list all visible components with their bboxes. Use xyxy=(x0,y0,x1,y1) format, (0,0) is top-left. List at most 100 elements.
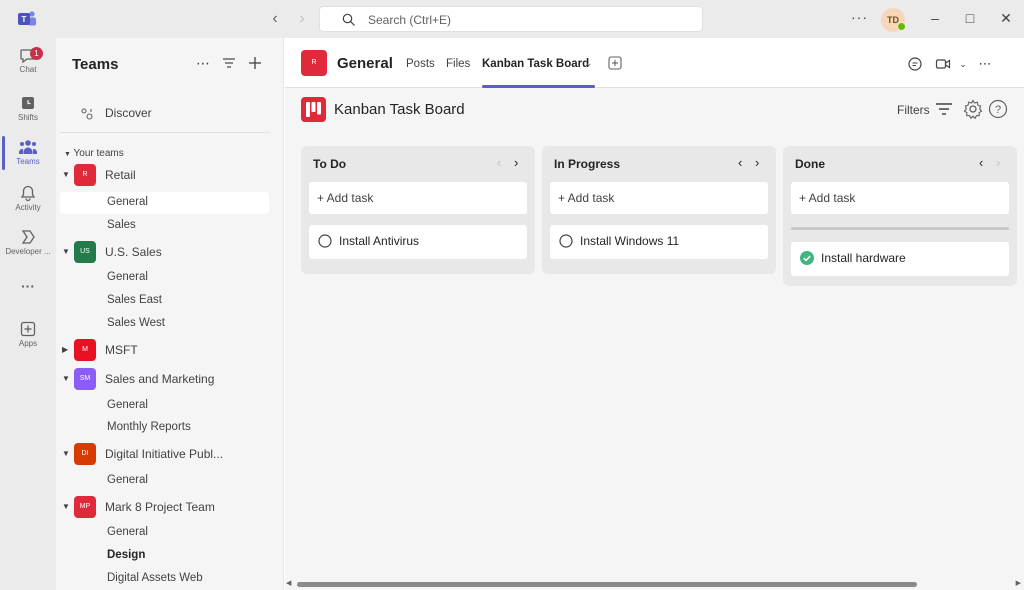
more-options-icon[interactable]: ··· xyxy=(851,9,868,25)
channel-item-retail-general[interactable]: General xyxy=(60,192,269,214)
more-options-icon[interactable]: ⋯ xyxy=(977,56,993,72)
chevron-right-icon[interactable]: › xyxy=(755,155,759,170)
more-options-icon[interactable]: ⋯ xyxy=(195,55,211,71)
help-icon[interactable]: ? xyxy=(988,99,1008,119)
tab-kanban-task-board[interactable]: Kanban Task Board xyxy=(482,58,589,70)
team-avatar: SM xyxy=(74,368,96,390)
task-card[interactable]: Install Windows 11 xyxy=(550,225,768,259)
scroll-right-icon[interactable]: ▶ xyxy=(1016,579,1021,587)
rail-item-shifts[interactable]: Shifts xyxy=(0,90,56,134)
close-icon[interactable]: ✕ xyxy=(996,8,1016,28)
rail-item-apps[interactable]: Apps xyxy=(0,316,56,360)
video-call-icon[interactable] xyxy=(935,56,951,72)
channel-item-mark8-general[interactable]: General xyxy=(60,522,269,544)
rail-item-activity[interactable]: Activity xyxy=(0,180,56,224)
add-tab-icon[interactable] xyxy=(608,56,622,70)
add-task-label: + Add task xyxy=(558,191,615,205)
caret-down-icon: ▼ xyxy=(62,502,70,511)
caret-down-icon: ▼ xyxy=(62,449,70,458)
horizontal-scrollbar[interactable]: ◀ ▶ xyxy=(285,577,1024,590)
presence-available-icon xyxy=(897,22,906,31)
forward-arrow-icon[interactable]: › xyxy=(293,10,311,28)
channel-item-digital-assets-web[interactable]: Digital Assets Web xyxy=(60,568,269,590)
team-item-sales-marketing[interactable]: ▼ SM Sales and Marketing xyxy=(60,368,269,390)
svg-text:T: T xyxy=(22,15,27,24)
channel-name: Monthly Reports xyxy=(107,421,191,433)
channel-title: General xyxy=(337,55,393,72)
rail-label-apps: Apps xyxy=(18,339,38,348)
column-title: In Progress xyxy=(554,157,621,171)
chevron-left-icon[interactable]: ‹ xyxy=(738,155,742,170)
rail-item-teams[interactable]: Teams xyxy=(0,134,56,178)
channel-item-us-general[interactable]: General xyxy=(60,267,269,289)
chevron-down-icon[interactable]: ⌄ xyxy=(955,56,971,72)
add-task-label: + Add task xyxy=(317,191,374,205)
channel-name: Sales xyxy=(107,219,136,231)
teams-logo-icon: T xyxy=(18,11,36,26)
team-item-digital-initiative[interactable]: ▼ DI Digital Initiative Publ... xyxy=(60,443,269,465)
channel-item-monthly-reports[interactable]: Monthly Reports xyxy=(60,417,269,439)
panel-title: Teams xyxy=(72,56,119,73)
maximize-icon[interactable]: □ xyxy=(960,8,980,28)
channel-item-sales-east[interactable]: Sales East xyxy=(60,290,269,312)
channel-item-retail-sales[interactable]: Sales xyxy=(60,215,269,237)
add-task-button[interactable]: + Add task xyxy=(309,182,527,214)
gear-icon[interactable] xyxy=(963,99,983,119)
filter-icon[interactable] xyxy=(221,55,237,71)
channel-item-design[interactable]: Design xyxy=(60,545,269,567)
team-item-mark-8[interactable]: ▼ MP Mark 8 Project Team xyxy=(60,496,269,518)
conversation-icon[interactable] xyxy=(907,56,923,72)
rail-item-chat[interactable]: Chat 1 xyxy=(0,42,56,86)
scrollbar-thumb[interactable] xyxy=(297,582,917,587)
divider xyxy=(791,227,1009,230)
channel-name: General xyxy=(107,271,148,283)
shifts-icon xyxy=(22,97,34,109)
rail-label-developer: Developer ... xyxy=(5,247,51,256)
check-circle-icon[interactable] xyxy=(800,251,814,265)
add-task-button[interactable]: + Add task xyxy=(550,182,768,214)
discover-icon xyxy=(81,108,93,120)
channel-avatar: R xyxy=(301,50,327,76)
team-avatar: MP xyxy=(74,496,96,518)
rail-item-developer-portal[interactable]: Developer ... xyxy=(0,224,56,268)
tab-files[interactable]: Files xyxy=(446,58,470,70)
task-card[interactable]: Install hardware xyxy=(791,242,1009,276)
divider xyxy=(60,132,270,133)
your-teams-header[interactable]: ▼ Your teams xyxy=(64,148,124,159)
back-arrow-icon[interactable]: ‹ xyxy=(266,10,284,28)
board-toolbar: Kanban Task Board Filters ? xyxy=(285,88,1024,130)
caret-down-icon: ▼ xyxy=(64,151,71,158)
channel-name: General xyxy=(107,196,148,208)
team-item-msft[interactable]: ▶ M MSFT xyxy=(60,339,269,361)
kanban-app-icon xyxy=(301,97,326,122)
team-item-us-sales[interactable]: ▼ US U.S. Sales xyxy=(60,241,269,263)
chevron-left-icon[interactable]: ‹ xyxy=(979,155,983,170)
rail-label-shifts: Shifts xyxy=(17,113,38,122)
circle-unchecked-icon[interactable] xyxy=(559,234,573,248)
search-input[interactable]: Search (Ctrl+E) xyxy=(319,6,703,32)
scroll-left-icon[interactable]: ◀ xyxy=(286,579,291,587)
chevron-down-icon[interactable]: ⌄ xyxy=(585,58,593,69)
main-area: R General Posts Files Kanban Task Board … xyxy=(285,38,1024,590)
chevron-left-icon[interactable]: ‹ xyxy=(497,155,501,170)
channel-item-sm-general[interactable]: General xyxy=(60,395,269,417)
minimize-icon[interactable]: – xyxy=(925,8,945,28)
filter-icon[interactable] xyxy=(935,102,953,116)
channel-item-di-general[interactable]: General xyxy=(60,470,269,492)
filters-button[interactable]: Filters xyxy=(897,103,930,117)
kanban-column-done: Done ‹ › + Add task Install hardware xyxy=(783,146,1017,286)
chevron-right-icon[interactable]: › xyxy=(996,155,1000,170)
tab-posts[interactable]: Posts xyxy=(406,58,435,70)
team-name: Mark 8 Project Team xyxy=(105,500,215,514)
add-icon[interactable] xyxy=(247,55,263,71)
circle-unchecked-icon[interactable] xyxy=(318,234,332,248)
channel-item-sales-west[interactable]: Sales West xyxy=(60,313,269,335)
task-card[interactable]: Install Antivirus xyxy=(309,225,527,259)
team-item-retail[interactable]: ▼ R Retail xyxy=(60,164,269,186)
add-task-button[interactable]: + Add task xyxy=(791,182,1009,214)
team-name: Digital Initiative Publ... xyxy=(105,447,224,461)
team-avatar: US xyxy=(74,241,96,263)
chevron-right-icon[interactable]: › xyxy=(514,155,518,170)
discover-label: Discover xyxy=(105,106,152,120)
channel-header: R General Posts Files Kanban Task Board … xyxy=(285,38,1024,88)
